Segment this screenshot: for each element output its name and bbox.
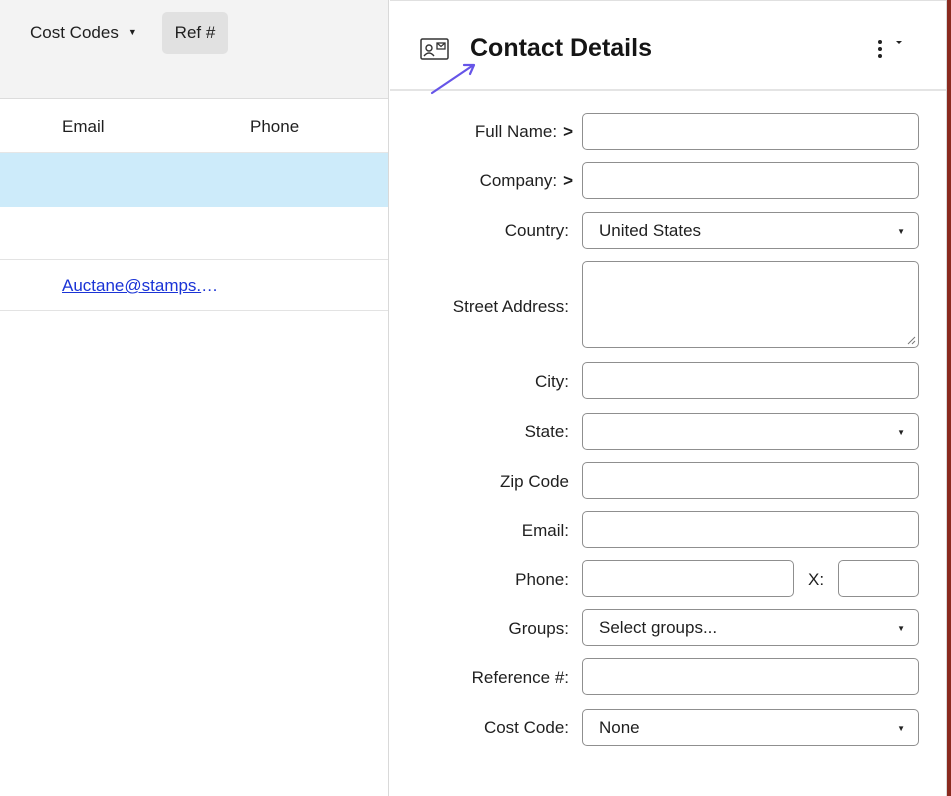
email-input[interactable] [582,511,919,548]
state-label: State: [524,422,569,441]
caret-down-icon: ▼ [897,724,905,733]
groups-label: Groups: [508,619,569,638]
panel-title: Contact Details [470,34,652,62]
table-row[interactable] [0,207,388,260]
resize-handle-icon[interactable] [907,336,916,345]
contact-card-icon [420,38,449,60]
ref-number-label: Ref # [174,23,216,42]
cost-codes-label: Cost Codes [30,23,119,42]
company-label[interactable]: Company: > [480,171,573,191]
table-header: Email Phone [0,100,388,153]
cost-code-select[interactable]: None ▼ [582,709,919,746]
chevron-right-icon: > [563,122,573,141]
list-toolbar: Cost Codes ▼ Ref # [0,0,388,99]
ref-number-button[interactable]: Ref # [162,12,228,54]
state-select[interactable]: ▼ [582,413,919,450]
reference-label: Reference #: [471,668,569,687]
phone-extension-label: X: [808,570,825,589]
caret-down-icon: ▼ [127,27,137,37]
phone-extension-input[interactable] [838,560,919,597]
email-link[interactable]: Auctane@stamps.com [62,276,220,296]
full-name-input[interactable] [582,113,919,150]
company-input[interactable] [582,162,919,199]
cost-codes-dropdown[interactable]: Cost Codes ▼ [18,12,149,54]
reference-input[interactable] [582,658,919,695]
city-label: City: [535,372,569,391]
cost-code-value: None [599,717,640,737]
street-address-label: Street Address: [452,297,569,316]
column-header-phone[interactable]: Phone [250,117,299,137]
contacts-list-pane: Cost Codes ▼ Ref # Email Phone Auctane@s… [0,0,389,796]
cost-code-label: Cost Code: [483,718,569,737]
panel-header: Contact Details [390,1,948,91]
zip-code-input[interactable] [582,462,919,499]
window-edge [946,0,951,796]
table-row[interactable]: Auctane@stamps.com [0,260,388,311]
chevron-right-icon: > [563,171,573,190]
caret-down-icon: ▼ [897,624,905,633]
country-label: Country: [504,221,569,240]
country-select[interactable]: United States ▼ [582,212,919,249]
email-label: Email: [521,521,569,540]
zip-code-label: Zip Code [500,472,569,491]
full-name-label[interactable]: Full Name: > [475,122,573,142]
phone-input[interactable] [582,560,794,597]
country-value: United States [599,220,702,240]
more-options-menu-icon[interactable] [874,37,908,61]
phone-label: Phone: [515,570,569,589]
table-row[interactable] [0,153,388,207]
groups-placeholder: Select groups... [599,617,718,637]
groups-select[interactable]: Select groups... ▼ [582,609,919,646]
street-address-textarea[interactable] [582,261,919,348]
caret-down-icon: ▼ [897,428,905,437]
city-input[interactable] [582,362,919,399]
column-header-email[interactable]: Email [62,117,105,137]
caret-down-icon: ▼ [897,227,905,236]
